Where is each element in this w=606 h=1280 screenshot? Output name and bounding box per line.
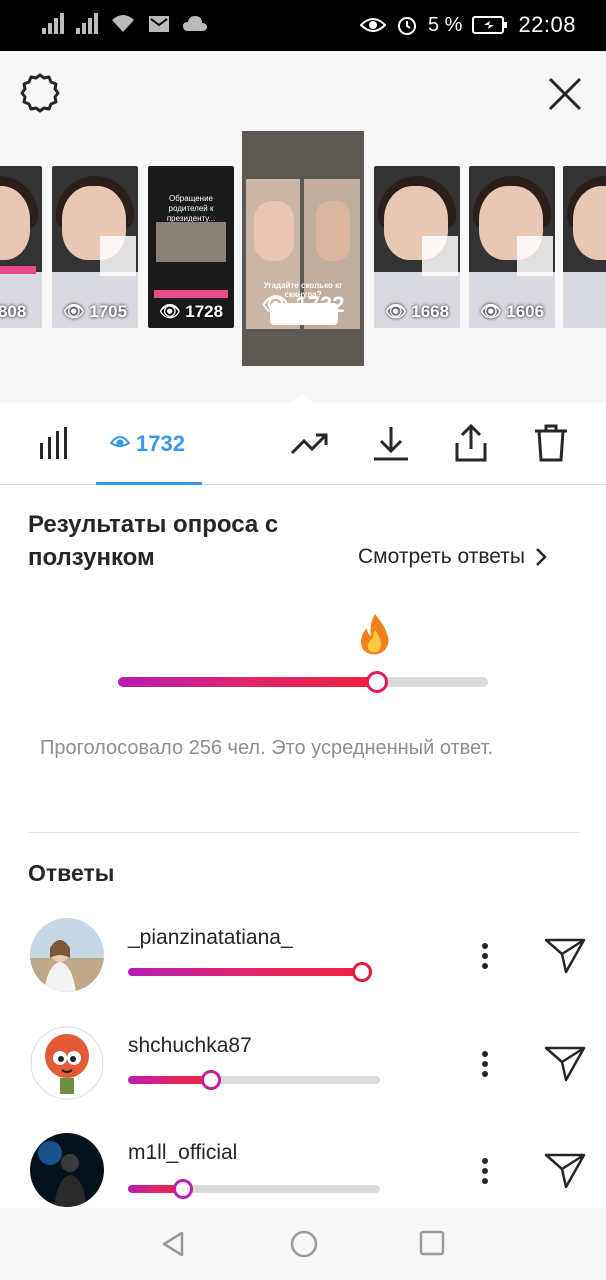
bar-chart-icon[interactable] [38, 427, 72, 459]
slider-knob [352, 962, 373, 982]
answer-row[interactable]: shchuchka87 [0, 1026, 606, 1116]
trash-icon[interactable] [531, 423, 571, 463]
answer-slider [128, 1070, 380, 1090]
insights-tab-row: 1732 [0, 403, 606, 485]
recent-apps-icon[interactable] [419, 1230, 445, 1256]
poll-results-title: Результаты опроса с ползунком [28, 511, 279, 571]
clock: 22:08 [518, 12, 576, 37]
home-icon[interactable] [290, 1230, 318, 1258]
top-bar [0, 51, 606, 131]
wifi-icon [112, 15, 134, 32]
divider [28, 832, 580, 833]
viewers-count: 1732 [136, 431, 185, 456]
story-thumb[interactable]: 👁 808 [0, 166, 42, 328]
avatar[interactable] [30, 918, 104, 992]
status-left [42, 12, 208, 34]
avatar[interactable] [30, 1026, 104, 1100]
poll-average-slider [118, 671, 488, 693]
story-thumb[interactable] [563, 166, 606, 328]
status-right: 5 % 22:08 [359, 12, 576, 38]
fire-emoji-icon [361, 614, 389, 655]
back-icon[interactable] [160, 1230, 188, 1258]
battery-icon [472, 16, 508, 34]
story-view-count: 👁 1668 [384, 302, 450, 321]
story-carousel[interactable]: 👁 808 👁 1705 Обращение родителей к прези… [0, 131, 606, 403]
votes-summary: Проголосовало 256 чел. Это усредненный о… [40, 737, 494, 759]
slider-fill [118, 677, 377, 687]
cloud-icon [183, 16, 207, 31]
see-answers-label: Смотреть ответы [358, 545, 525, 568]
system-nav-bar [0, 1208, 606, 1280]
story-thumb[interactable]: 👁 1606 [469, 166, 555, 328]
slider-fill [128, 968, 363, 976]
close-icon[interactable] [546, 75, 584, 113]
story-view-count: 👁 1606 [479, 302, 545, 321]
status-bar: 5 % 22:08 [0, 0, 606, 51]
answer-username[interactable]: _pianzinatatiana_ [128, 926, 293, 950]
story-thumb[interactable]: Обращение родителей к президенту... 👁 17… [148, 166, 234, 328]
story-view-count: 👁 1705 [62, 302, 128, 321]
battery-percent: 5 % [427, 13, 463, 36]
more-options-icon[interactable] [480, 1157, 490, 1185]
signal-2-icon [76, 12, 98, 34]
slider-knob [201, 1070, 222, 1090]
selected-story-thumb[interactable]: Угадайте сколько кг скинула? 👁 1732 [242, 131, 364, 366]
story-view-count: 👁 1732 [261, 292, 345, 317]
eye-icon [110, 436, 130, 447]
slider-fill [128, 1076, 212, 1084]
slider-knob [173, 1179, 194, 1199]
send-message-icon[interactable] [544, 1151, 586, 1189]
slider-knob [366, 671, 388, 693]
send-message-icon[interactable] [544, 1044, 586, 1082]
story-view-count: 👁 808 [0, 302, 27, 321]
selected-pointer [288, 393, 316, 403]
mail-icon [149, 16, 169, 32]
answer-username[interactable]: m1ll_official [128, 1141, 237, 1165]
answer-row[interactable]: _pianzinatatiana_ [0, 918, 606, 1008]
alarm-icon [397, 17, 416, 35]
tab-viewers[interactable]: 1732 [96, 403, 202, 485]
chevron-right-icon [536, 548, 547, 566]
answer-slider [128, 962, 373, 982]
story-thumb[interactable]: 👁 1705 [52, 166, 138, 328]
signal-icon [42, 12, 64, 34]
answer-slider [128, 1179, 380, 1199]
trend-icon[interactable] [290, 423, 330, 463]
share-icon[interactable] [451, 423, 491, 463]
answers-title: Ответы [28, 860, 115, 886]
download-icon[interactable] [371, 423, 411, 463]
story-title: Обращение родителей к президенту... [166, 194, 216, 223]
avatar[interactable] [30, 1133, 104, 1207]
see-answers-link[interactable]: Смотреть ответы [358, 545, 547, 569]
eye-comfort-icon [359, 18, 386, 32]
answer-username[interactable]: shchuchka87 [128, 1034, 252, 1058]
more-options-icon[interactable] [480, 942, 490, 970]
story-view-count: 👁 1728 [158, 302, 224, 321]
more-options-icon[interactable] [480, 1050, 490, 1078]
send-message-icon[interactable] [544, 936, 586, 974]
story-thumb[interactable]: 👁 1668 [374, 166, 460, 328]
settings-icon[interactable] [20, 73, 60, 113]
